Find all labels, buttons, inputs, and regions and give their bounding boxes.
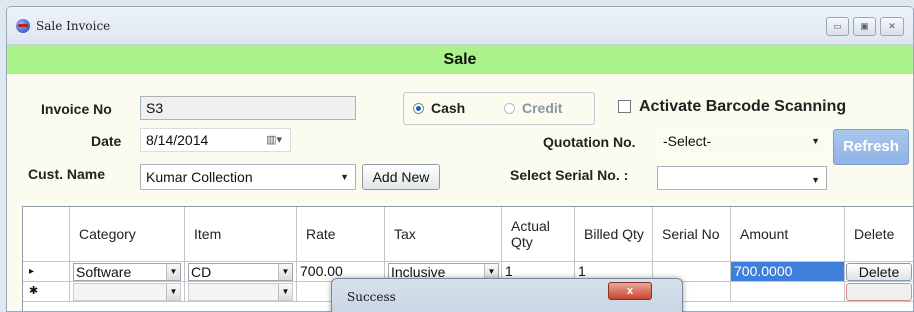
cash-radio[interactable]: Cash bbox=[413, 100, 465, 116]
minimize-button[interactable]: ▭ bbox=[826, 17, 849, 36]
chevron-down-icon: ▼ bbox=[811, 136, 820, 146]
column-header-item[interactable]: Item bbox=[185, 207, 297, 262]
date-label: Date bbox=[91, 133, 122, 149]
column-header-delete[interactable]: Delete bbox=[845, 207, 913, 262]
quotation-label: Quotation No. bbox=[543, 134, 636, 150]
delete-row-button[interactable]: Delete bbox=[846, 263, 912, 281]
row-header-corner bbox=[23, 207, 70, 262]
column-header-category[interactable]: Category bbox=[70, 207, 185, 262]
cell-category-value: Software bbox=[76, 264, 132, 280]
column-header-rate[interactable]: Rate bbox=[297, 207, 385, 262]
row-indicator[interactable]: ▸ bbox=[23, 262, 70, 282]
new-row-indicator[interactable]: ✱ bbox=[23, 282, 70, 302]
chevron-down-icon: ▼ bbox=[166, 284, 180, 300]
cell-delete[interactable]: Delete bbox=[845, 262, 913, 282]
cell-item[interactable]: CD ▼ bbox=[185, 262, 297, 282]
barcode-label: Activate Barcode Scanning bbox=[639, 98, 847, 115]
date-value: 8/14/2014 bbox=[146, 132, 209, 148]
title-bar: Sale Invoice ▭ ▣ ✕ bbox=[7, 7, 913, 45]
refresh-button[interactable]: Refresh bbox=[833, 129, 909, 165]
cell-amount[interactable] bbox=[731, 282, 845, 302]
invoice-no-label: Invoice No bbox=[41, 101, 112, 117]
close-button[interactable]: ✕ bbox=[880, 17, 904, 36]
cash-radio-label: Cash bbox=[431, 100, 466, 116]
cust-name-select[interactable]: Kumar Collection ▼ bbox=[140, 164, 356, 190]
quotation-value: -Select- bbox=[663, 133, 712, 149]
maximize-button[interactable]: ▣ bbox=[853, 17, 876, 36]
cell-category[interactable]: Software ▼ bbox=[70, 262, 185, 282]
window-title: Sale Invoice bbox=[36, 19, 111, 33]
add-new-button[interactable]: Add New bbox=[362, 164, 440, 190]
credit-radio-label: Credit bbox=[522, 100, 563, 116]
serial-label: Select Serial No. : bbox=[510, 167, 629, 183]
cell-delete[interactable] bbox=[845, 282, 913, 302]
cust-name-value: Kumar Collection bbox=[146, 169, 253, 185]
chevron-down-icon: ▼ bbox=[278, 284, 292, 300]
cust-name-label: Cust. Name bbox=[28, 166, 106, 182]
radio-selected-icon bbox=[413, 103, 424, 114]
chevron-down-icon: ▼ bbox=[340, 172, 349, 182]
column-header-actual-qty[interactable]: Actual Qty bbox=[502, 207, 575, 262]
cell-category[interactable]: ▼ bbox=[70, 282, 185, 302]
app-globe-icon bbox=[16, 19, 30, 33]
column-header-tax[interactable]: Tax bbox=[385, 207, 502, 262]
invoice-no-field[interactable]: S3 bbox=[140, 96, 356, 120]
checkbox-icon bbox=[618, 100, 631, 113]
column-header-billed-qty[interactable]: Billed Qty bbox=[575, 207, 653, 262]
column-header-serial-no[interactable]: Serial No bbox=[653, 207, 731, 262]
calendar-icon[interactable]: ▥▾ bbox=[266, 129, 282, 151]
credit-radio[interactable]: Credit bbox=[504, 100, 562, 116]
cell-amount[interactable]: 700.0000 bbox=[731, 262, 845, 282]
cell-item-value: CD bbox=[191, 264, 212, 280]
radio-unselected-icon bbox=[504, 103, 515, 114]
chevron-down-icon: ▼ bbox=[166, 264, 180, 280]
dialog-title: Success bbox=[347, 290, 396, 304]
success-dialog: Success x bbox=[331, 278, 683, 312]
cell-item[interactable]: ▼ bbox=[185, 282, 297, 302]
column-header-amount[interactable]: Amount bbox=[731, 207, 845, 262]
sale-invoice-window: Sale Invoice ▭ ▣ ✕ Sale Invoice No S3 Da… bbox=[6, 6, 914, 312]
quotation-select[interactable]: -Select- ▼ bbox=[657, 129, 827, 153]
delete-row-button[interactable] bbox=[846, 283, 912, 301]
dialog-close-button[interactable]: x bbox=[608, 282, 652, 300]
chevron-down-icon: ▼ bbox=[811, 175, 820, 185]
barcode-checkbox[interactable]: Activate Barcode Scanning bbox=[618, 98, 846, 116]
sale-banner: Sale bbox=[7, 45, 913, 74]
chevron-down-icon: ▼ bbox=[278, 264, 292, 280]
serial-select[interactable]: ▼ bbox=[657, 166, 827, 190]
date-picker[interactable]: 8/14/2014 ▥▾ bbox=[140, 128, 291, 152]
